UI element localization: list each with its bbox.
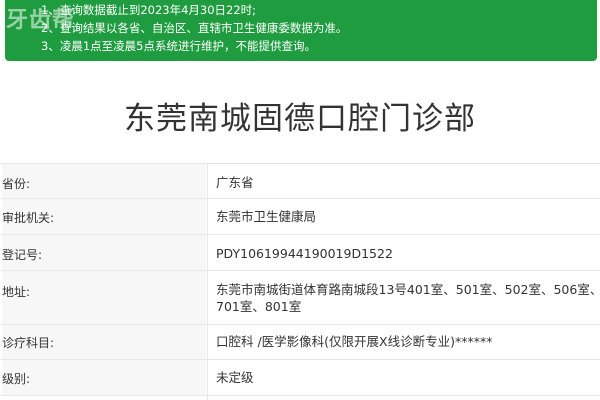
table-row: 登记号: PDY10619944190019D1522 [0,235,600,271]
row-value: 东莞市卫生健康局 [216,209,317,224]
row-label: 地址: [2,271,206,324]
row-label: 诊疗科目: [2,325,206,359]
row-label: 省份: [2,164,206,198]
row-label: 登记号: [2,235,206,270]
table-row: 省份: 广东省 [0,164,600,199]
table-row: 审批机关: 东莞市卫生健康局 [0,199,600,235]
row-label-text: 省份: [2,177,31,191]
row-value: 口腔科 /医学影像科(仅限开展X线诊断专业)****** [216,334,493,349]
row-value: PDY10619944190019D1522 [216,246,393,261]
table-row: 地址: 东莞市南城街道体育路南城段13号401室、501室、502室、506室、… [0,271,600,325]
notice-line: 3、凌晨1点至凌晨5点系统进行维护，不能提供查询。 [41,39,316,53]
table-row: 诊疗科目: 口腔科 /医学影像科(仅限开展X线诊断专业)****** [0,325,600,360]
table-row: 级别: 未定级 [0,360,600,396]
row-value: 未定级 [216,370,254,385]
row-label-text: 地址: [2,285,31,299]
row-label-text: 级别: [2,372,31,386]
row-value: 东莞市南城街道体育路南城段13号401室、501室、502室、506室、601 [216,282,600,297]
page-header: 东莞南城固德口腔门诊部 [0,61,600,164]
row-value: 广东省 [216,175,254,190]
notice-line: 1、查询数据截止到2023年4月30日22时; [41,3,257,17]
page-title: 东莞南城固德口腔门诊部 [124,101,476,137]
row-label-text: 登记号: [2,248,43,262]
row-value-continued: 701室、801室 [216,299,302,314]
row-label: 级别: [2,360,206,395]
notice-line: 2、查询结果以各省、自治区、直辖市卫生健康委数据为准。 [41,21,348,35]
row-label: 审批机关: [2,199,206,234]
row-label-text: 诊疗科目: [2,336,55,350]
notice-banner: 1、查询数据截止到2023年4月30日22时; 2、查询结果以各省、自治区、直辖… [5,0,597,61]
watermark-logo: 牙齿帮 [6,7,76,33]
row-label-text: 审批机关: [2,211,55,225]
